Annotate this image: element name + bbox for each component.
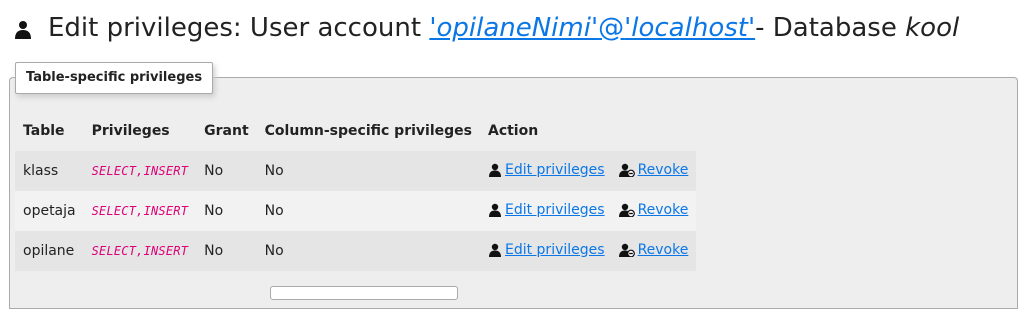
- revoke-link[interactable]: Revoke: [618, 201, 689, 218]
- cell-table: opilane: [15, 231, 84, 271]
- table-row: klass SELECT,INSERT No No Edit privilege…: [15, 151, 697, 191]
- cell-column-specific: No: [256, 151, 480, 191]
- host-name: 'localhost': [624, 13, 756, 43]
- cell-column-specific: No: [256, 231, 480, 271]
- edit-privileges-link[interactable]: Edit privileges: [488, 162, 605, 178]
- user-icon: [15, 21, 31, 39]
- cell-table: opetaja: [15, 191, 84, 231]
- edit-privileges-label: Edit privileges: [504, 161, 605, 178]
- table-row: opetaja SELECT,INSERT No No Edit privile…: [15, 191, 697, 231]
- header-action: Action: [487, 123, 539, 139]
- edit-privileges-label: Edit privileges: [504, 201, 605, 218]
- table-row: opilane SELECT,INSERT No No Edit privile…: [15, 231, 697, 271]
- privileges-code: SELECT,INSERT: [91, 164, 189, 178]
- revoke-label: Revoke: [637, 161, 689, 178]
- cell-privileges: SELECT,INSERT: [83, 231, 197, 271]
- page-title: Edit privileges: User account 'opilaneNi…: [14, 10, 959, 46]
- header-grant: Grant: [204, 123, 249, 139]
- cell-table: klass: [15, 151, 84, 191]
- edit-privileges-link[interactable]: Edit privileges: [488, 202, 605, 218]
- fieldset-legend: Table-specific privileges: [15, 62, 214, 94]
- user-edit-icon: [488, 163, 501, 177]
- cell-grant: No: [196, 191, 257, 231]
- header-column-specific: Column-specific privileges: [264, 123, 472, 139]
- at-sign: @: [598, 13, 625, 43]
- revoke-link[interactable]: Revoke: [618, 241, 689, 258]
- cell-action: Edit privileges Revoke: [479, 231, 697, 271]
- user-edit-icon: [488, 203, 501, 217]
- cell-action: Edit privileges Revoke: [479, 191, 697, 231]
- user-revoke-icon: [618, 203, 635, 217]
- cell-column-specific: No: [256, 191, 480, 231]
- header-table: Table: [23, 123, 65, 139]
- privileges-code: SELECT,INSERT: [91, 244, 189, 258]
- database-name: kool: [905, 13, 960, 43]
- edit-privileges-link[interactable]: Edit privileges: [488, 242, 605, 258]
- partial-select-box[interactable]: [270, 286, 458, 300]
- user-account-link[interactable]: 'opilaneNimi'@'localhost': [429, 10, 755, 46]
- cell-grant: No: [196, 231, 257, 271]
- privileges-table: Table Privileges Grant Column-specific p…: [15, 111, 697, 271]
- cell-privileges: SELECT,INSERT: [83, 151, 197, 191]
- table-header-row: Table Privileges Grant Column-specific p…: [15, 111, 696, 151]
- cell-grant: No: [196, 151, 257, 191]
- user-revoke-icon: [618, 163, 635, 177]
- header-privileges: Privileges: [91, 123, 170, 139]
- revoke-link[interactable]: Revoke: [618, 161, 689, 178]
- revoke-label: Revoke: [637, 241, 689, 258]
- revoke-label: Revoke: [637, 201, 689, 218]
- database-prefix: - Database: [755, 13, 897, 43]
- user-edit-icon: [488, 243, 501, 257]
- privileges-code: SELECT,INSERT: [91, 204, 189, 218]
- title-prefix: Edit privileges: User account: [48, 13, 422, 43]
- user-revoke-icon: [618, 243, 635, 257]
- cell-action: Edit privileges Revoke: [479, 151, 697, 191]
- cell-privileges: SELECT,INSERT: [83, 191, 197, 231]
- edit-privileges-label: Edit privileges: [504, 241, 605, 258]
- user-name: 'opilaneNimi': [429, 13, 599, 43]
